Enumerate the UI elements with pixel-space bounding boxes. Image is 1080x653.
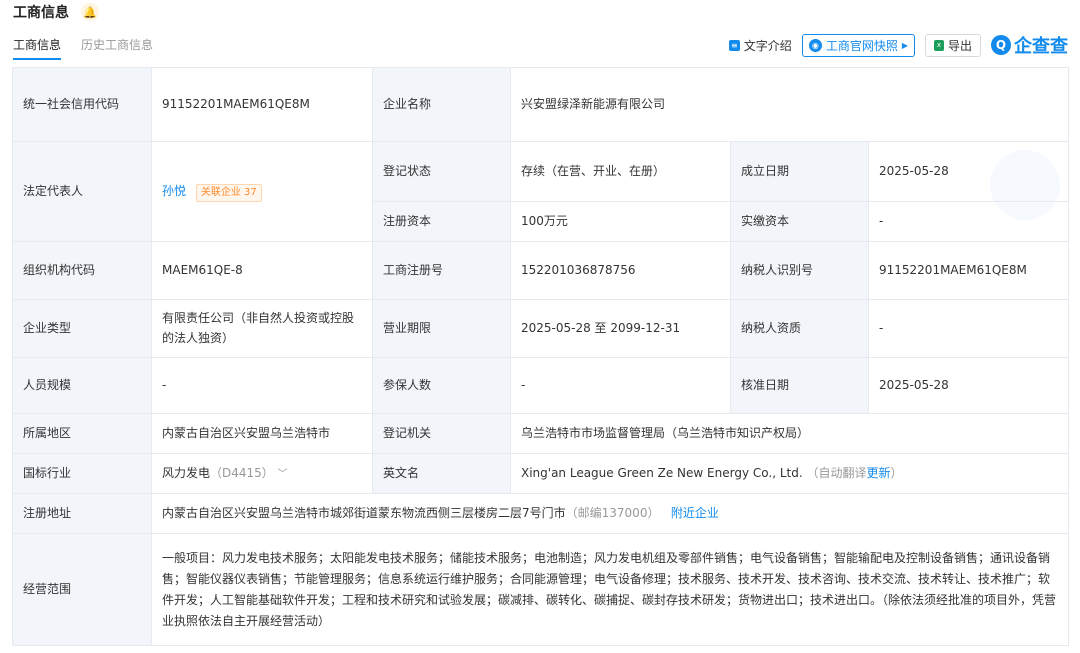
credit-code-value: 91152201MAEM61QE8M [151,67,373,142]
insured-label: 参保人数 [372,357,511,414]
paid-capital-label: 实缴资本 [730,201,869,242]
qcc-logo-icon: Q [991,35,1011,55]
company-type-value: 有限责任公司（非自然人投资或控股的法人独资） [151,299,373,358]
reg-status-value: 存续（在营、开业、在册） [510,141,731,202]
play-arrow-icon: ▶ [901,40,908,50]
taxpayer-qual-label: 纳税人资质 [730,299,869,358]
reg-authority-label: 登记机关 [372,413,511,454]
table-row: 经营范围 一般项目：风力发电技术服务；太阳能发电技术服务；储能技术服务；电池制造… [12,533,1070,646]
logo-text: 企查查 [1014,36,1068,57]
section-header: 工商信息 🔔 [13,0,99,24]
table-row: 人员规模 - 参保人数 - 核准日期 2025-05-28 [12,357,1070,414]
est-date-label: 成立日期 [730,141,869,202]
reg-no-label: 工商注册号 [372,241,511,300]
paid-capital-value: - [867,201,1070,242]
chevron-down-icon[interactable]: ﹀ [278,469,288,480]
text-intro-button[interactable]: ≡ 文字介绍 [728,37,792,54]
nearby-companies-link[interactable]: 附近企业 [671,506,719,520]
table-row: 法定代表人 孙悦 关联企业 37 登记状态 存续（在营、开业、在册） 成立日期 … [12,141,1070,242]
legal-rep-name-link[interactable]: 孙悦 [162,184,186,198]
document-icon: ≡ [728,39,740,51]
industry-code: （D4415） [210,465,274,480]
biz-scope-label: 经营范围 [12,533,152,646]
company-name-label: 企业名称 [372,67,511,142]
biz-term-value: 2025-05-28 至 2099-12-31 [510,299,731,358]
toolbar: ≡ 文字介绍 ◉ 工商官网快照 ▶ x 导出 Q 企查查 [728,32,1068,58]
auto-translate-note: （自动翻译 [806,465,867,480]
region-label: 所属地区 [12,413,152,454]
table-row: 统一社会信用代码 91152201MAEM61QE8M 企业名称 兴安盟绿泽新能… [12,67,1070,142]
company-type-label: 企业类型 [12,299,152,358]
approve-date-label: 核准日期 [730,357,869,414]
reg-address-value: 内蒙古自治区兴安盟乌兰浩特市城郊街道蒙东物流西侧三层楼房二层7号门市 [162,505,566,520]
legal-rep-label: 法定代表人 [12,141,152,242]
industry-value: 风力发电 [162,465,211,480]
snapshot-label: 工商官网快照 [825,38,898,53]
table-row: 组织机构代码 MAEM61QE-8 工商注册号 152201036878756 … [12,241,1070,300]
biz-scope-value: 一般项目：风力发电技术服务；太阳能发电技术服务；储能技术服务；电池制造；风力发电… [150,533,1070,646]
org-code-value: MAEM61QE-8 [151,241,373,300]
export-button[interactable]: x 导出 [924,33,981,57]
industry-label: 国标行业 [12,453,152,494]
reg-no-value: 152201036878756 [510,241,731,300]
reg-capital-label: 注册资本 [372,201,511,242]
insured-value: - [510,357,731,414]
taxpayer-id-value: 91152201MAEM61QE8M [867,241,1070,300]
table-row: 企业类型 有限责任公司（非自然人投资或控股的法人独资） 营业期限 2025-05… [12,299,1070,358]
table-row: 注册地址 内蒙古自治区兴安盟乌兰浩特市城郊街道蒙东物流西侧三层楼房二层7号门市（… [12,493,1070,534]
tab-bar: 工商信息 历史工商信息 [13,36,153,60]
legal-rep-cell: 孙悦 关联企业 37 [151,141,373,242]
reg-address-label: 注册地址 [12,493,152,534]
est-date-value: 2025-05-28 [867,141,1070,202]
english-name-cell: Xing'an League Green Ze New Energy Co., … [509,453,1070,494]
section-title: 工商信息 [13,5,69,21]
industry-cell[interactable]: 风力发电（D4415） ﹀ [151,453,373,494]
text-intro-label: 文字介绍 [743,38,792,53]
postcode: （邮编137000） [565,505,660,520]
auto-translate-note-end: ） [890,465,903,480]
staff-size-value: - [151,357,373,414]
taxpayer-id-label: 纳税人识别号 [730,241,869,300]
company-name-value: 兴安盟绿泽新能源有限公司 [509,67,1070,142]
reg-status-label: 登记状态 [372,141,511,202]
update-link[interactable]: 更新 [867,466,891,480]
table-row: 国标行业 风力发电（D4415） ﹀ 英文名 Xing'an League Gr… [12,453,1070,494]
english-name-value: Xing'an League Green Ze New Energy Co., … [521,465,803,480]
excel-icon: x [933,39,944,51]
export-label: 导出 [947,38,972,53]
reg-authority-value: 乌兰浩特市市场监督管理局（乌兰浩特市知识产权局） [509,413,1070,454]
official-snapshot-button[interactable]: ◉ 工商官网快照 ▶ [801,33,915,57]
staff-size-label: 人员规模 [12,357,152,414]
bell-icon[interactable]: 🔔 [81,3,99,21]
credit-code-label: 统一社会信用代码 [12,67,152,142]
tab-business-info[interactable]: 工商信息 [13,36,62,60]
camera-icon: ◉ [808,38,822,52]
region-value: 内蒙古自治区兴安盟乌兰浩特市 [151,413,373,454]
approve-date-value: 2025-05-28 [867,357,1070,414]
reg-capital-value: 100万元 [510,201,731,242]
tab-history-info[interactable]: 历史工商信息 [81,36,153,60]
english-name-label: 英文名 [372,453,511,494]
org-code-label: 组织机构代码 [12,241,152,300]
qcc-logo: Q 企查查 [991,32,1068,58]
reg-address-cell: 内蒙古自治区兴安盟乌兰浩特市城郊街道蒙东物流西侧三层楼房二层7号门市（邮编137… [150,493,1070,534]
biz-term-label: 营业期限 [372,299,511,358]
business-info-table: 统一社会信用代码 91152201MAEM61QE8M 企业名称 兴安盟绿泽新能… [12,67,1070,646]
table-row: 所属地区 内蒙古自治区兴安盟乌兰浩特市 登记机关 乌兰浩特市市场监督管理局（乌兰… [12,413,1070,454]
related-companies-badge[interactable]: 关联企业 37 [195,183,262,202]
taxpayer-qual-value: - [867,299,1070,358]
